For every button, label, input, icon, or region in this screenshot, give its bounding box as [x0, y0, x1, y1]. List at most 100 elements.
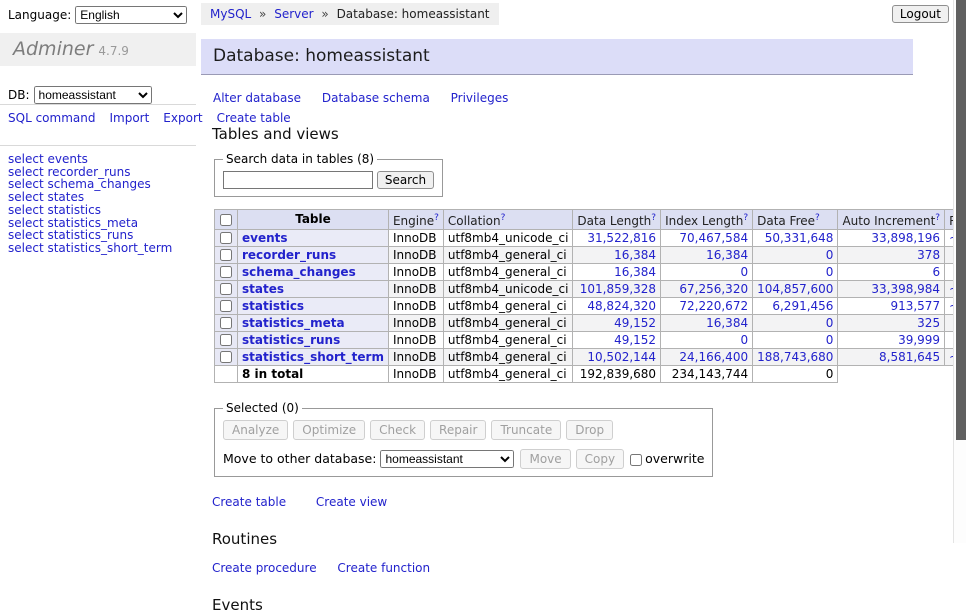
- table-name-cell: events: [238, 230, 389, 247]
- row-checkbox[interactable]: [220, 283, 232, 295]
- total-row: 8 in totalInnoDButf8mb4_general_ci192,83…: [215, 366, 966, 383]
- move-db-select[interactable]: homeassistant: [380, 450, 514, 468]
- table-name-link[interactable]: statistics: [242, 299, 304, 313]
- data-free-cell: 104,857,600: [753, 281, 838, 298]
- column-label: Auto Increment: [842, 214, 935, 228]
- table-row: recorder_runsInnoDButf8mb4_general_ci16,…: [215, 247, 966, 264]
- create-procedure-link[interactable]: Create procedure: [212, 561, 317, 575]
- move-button[interactable]: Move: [520, 449, 570, 469]
- table-name-link[interactable]: statistics_meta: [242, 316, 345, 330]
- check-button[interactable]: Check: [370, 420, 425, 440]
- column-label: Collation: [448, 214, 501, 228]
- adminer-logo[interactable]: Adminer: [13, 38, 93, 60]
- row-checkbox[interactable]: [220, 351, 232, 363]
- db-select[interactable]: homeassistant: [34, 86, 152, 104]
- import-link[interactable]: Import: [109, 111, 149, 125]
- row-checkbox[interactable]: [220, 317, 232, 329]
- column-header-engine: Engine?: [388, 210, 443, 230]
- create-function-link[interactable]: Create function: [337, 561, 430, 575]
- table-row: statistics_short_termInnoDButf8mb4_gener…: [215, 349, 966, 366]
- collation-cell: utf8mb4_general_ci: [443, 247, 573, 264]
- table-name-link[interactable]: schema_changes: [242, 265, 356, 279]
- database-schema-link[interactable]: Database schema: [322, 91, 430, 105]
- table-name-link[interactable]: recorder_runs: [242, 248, 336, 262]
- repair-button[interactable]: Repair: [430, 420, 486, 440]
- breadcrumb-mysql-link[interactable]: MySQL: [210, 7, 251, 21]
- table-name-link[interactable]: states: [242, 282, 284, 296]
- copy-button[interactable]: Copy: [576, 449, 624, 469]
- data-free-cell: 6,291,456: [753, 298, 838, 315]
- column-help-link[interactable]: ?: [501, 213, 506, 223]
- create-view-link[interactable]: Create view: [316, 495, 387, 509]
- search-input[interactable]: [223, 171, 373, 189]
- search-button[interactable]: Search: [377, 171, 434, 189]
- collation-cell: utf8mb4_general_ci: [443, 264, 573, 281]
- move-row: Move to other database:homeassistantMove…: [223, 449, 704, 469]
- column-header-collation: Collation?: [443, 210, 573, 230]
- column-header-data-free: Data Free?: [753, 210, 838, 230]
- total-data-length-cell: 192,839,680: [573, 366, 661, 383]
- row-checkbox[interactable]: [220, 266, 232, 278]
- db-row: DB:homeassistant: [8, 86, 152, 104]
- logout-button[interactable]: Logout: [892, 5, 949, 23]
- truncate-button[interactable]: Truncate: [491, 420, 561, 440]
- language-select[interactable]: English: [75, 6, 187, 24]
- data-free-cell: 188,743,680: [753, 349, 838, 366]
- row-checkbox-cell: [215, 247, 238, 264]
- sidebar-select-link[interactable]: select states: [8, 191, 194, 204]
- adminer-version[interactable]: 4.7.9: [98, 44, 129, 58]
- select-all-checkbox[interactable]: [220, 214, 232, 226]
- auto-increment-cell: 6: [838, 264, 945, 281]
- row-checkbox[interactable]: [220, 249, 232, 261]
- column-help-link[interactable]: ?: [651, 213, 656, 223]
- table-name-link[interactable]: events: [242, 231, 288, 245]
- overwrite-checkbox[interactable]: [630, 454, 642, 466]
- row-checkbox[interactable]: [220, 300, 232, 312]
- column-header-table: Table: [238, 210, 389, 230]
- alter-database-link[interactable]: Alter database: [213, 91, 301, 105]
- optimize-button[interactable]: Optimize: [293, 420, 365, 440]
- sidebar-select-link[interactable]: select statistics_short_term: [8, 242, 194, 255]
- index-length-cell: 24,166,400: [661, 349, 753, 366]
- collation-cell: utf8mb4_general_ci: [443, 332, 573, 349]
- data-free-cell: 0: [753, 264, 838, 281]
- vertical-scrollbar[interactable]: [953, 0, 966, 543]
- column-help-link[interactable]: ?: [743, 213, 748, 223]
- breadcrumb-current: Database: homeassistant: [337, 7, 490, 21]
- column-help-link[interactable]: ?: [935, 213, 940, 223]
- export-link[interactable]: Export: [163, 111, 202, 125]
- scrollbar-thumb[interactable]: [956, 0, 966, 440]
- data-length-cell: 16,384: [573, 264, 661, 281]
- privileges-link[interactable]: Privileges: [451, 91, 509, 105]
- collation-cell: utf8mb4_general_ci: [443, 315, 573, 332]
- sidebar-select-link[interactable]: select events: [8, 153, 194, 166]
- index-length-cell: 0: [661, 264, 753, 281]
- selected-action-buttons: AnalyzeOptimizeCheckRepairTruncateDrop: [223, 420, 704, 440]
- analyze-button[interactable]: Analyze: [223, 420, 288, 440]
- column-help-link[interactable]: ?: [434, 213, 439, 223]
- brand-band: Adminer 4.7.9: [0, 33, 196, 66]
- selected-legend: Selected (0): [223, 401, 302, 415]
- column-label: Data Free: [757, 214, 815, 228]
- table-row: statesInnoDButf8mb4_unicode_ci101,859,32…: [215, 281, 966, 298]
- table-name-link[interactable]: statistics_short_term: [242, 350, 384, 364]
- data-free-cell: 0: [753, 315, 838, 332]
- table-row: eventsInnoDButf8mb4_unicode_ci31,522,816…: [215, 230, 966, 247]
- column-label: Engine: [393, 214, 434, 228]
- auto-increment-cell: 8,581,645: [838, 349, 945, 366]
- sidebar-divider: [0, 104, 196, 105]
- row-checkbox[interactable]: [220, 334, 232, 346]
- table-name-cell: statistics_runs: [238, 332, 389, 349]
- create-table-link[interactable]: Create table: [212, 495, 286, 509]
- language-row: Language:English: [8, 6, 187, 24]
- row-checkbox[interactable]: [220, 232, 232, 244]
- drop-button[interactable]: Drop: [566, 420, 613, 440]
- collation-cell: utf8mb4_general_ci: [443, 298, 573, 315]
- sidebar-select-link[interactable]: select statistics: [8, 204, 194, 217]
- row-checkbox-cell: [215, 332, 238, 349]
- table-name-link[interactable]: statistics_runs: [242, 333, 340, 347]
- sql-command-link[interactable]: SQL command: [8, 111, 95, 125]
- breadcrumb-server-link[interactable]: Server: [274, 7, 313, 21]
- data-length-cell: 49,152: [573, 332, 661, 349]
- column-help-link[interactable]: ?: [815, 213, 820, 223]
